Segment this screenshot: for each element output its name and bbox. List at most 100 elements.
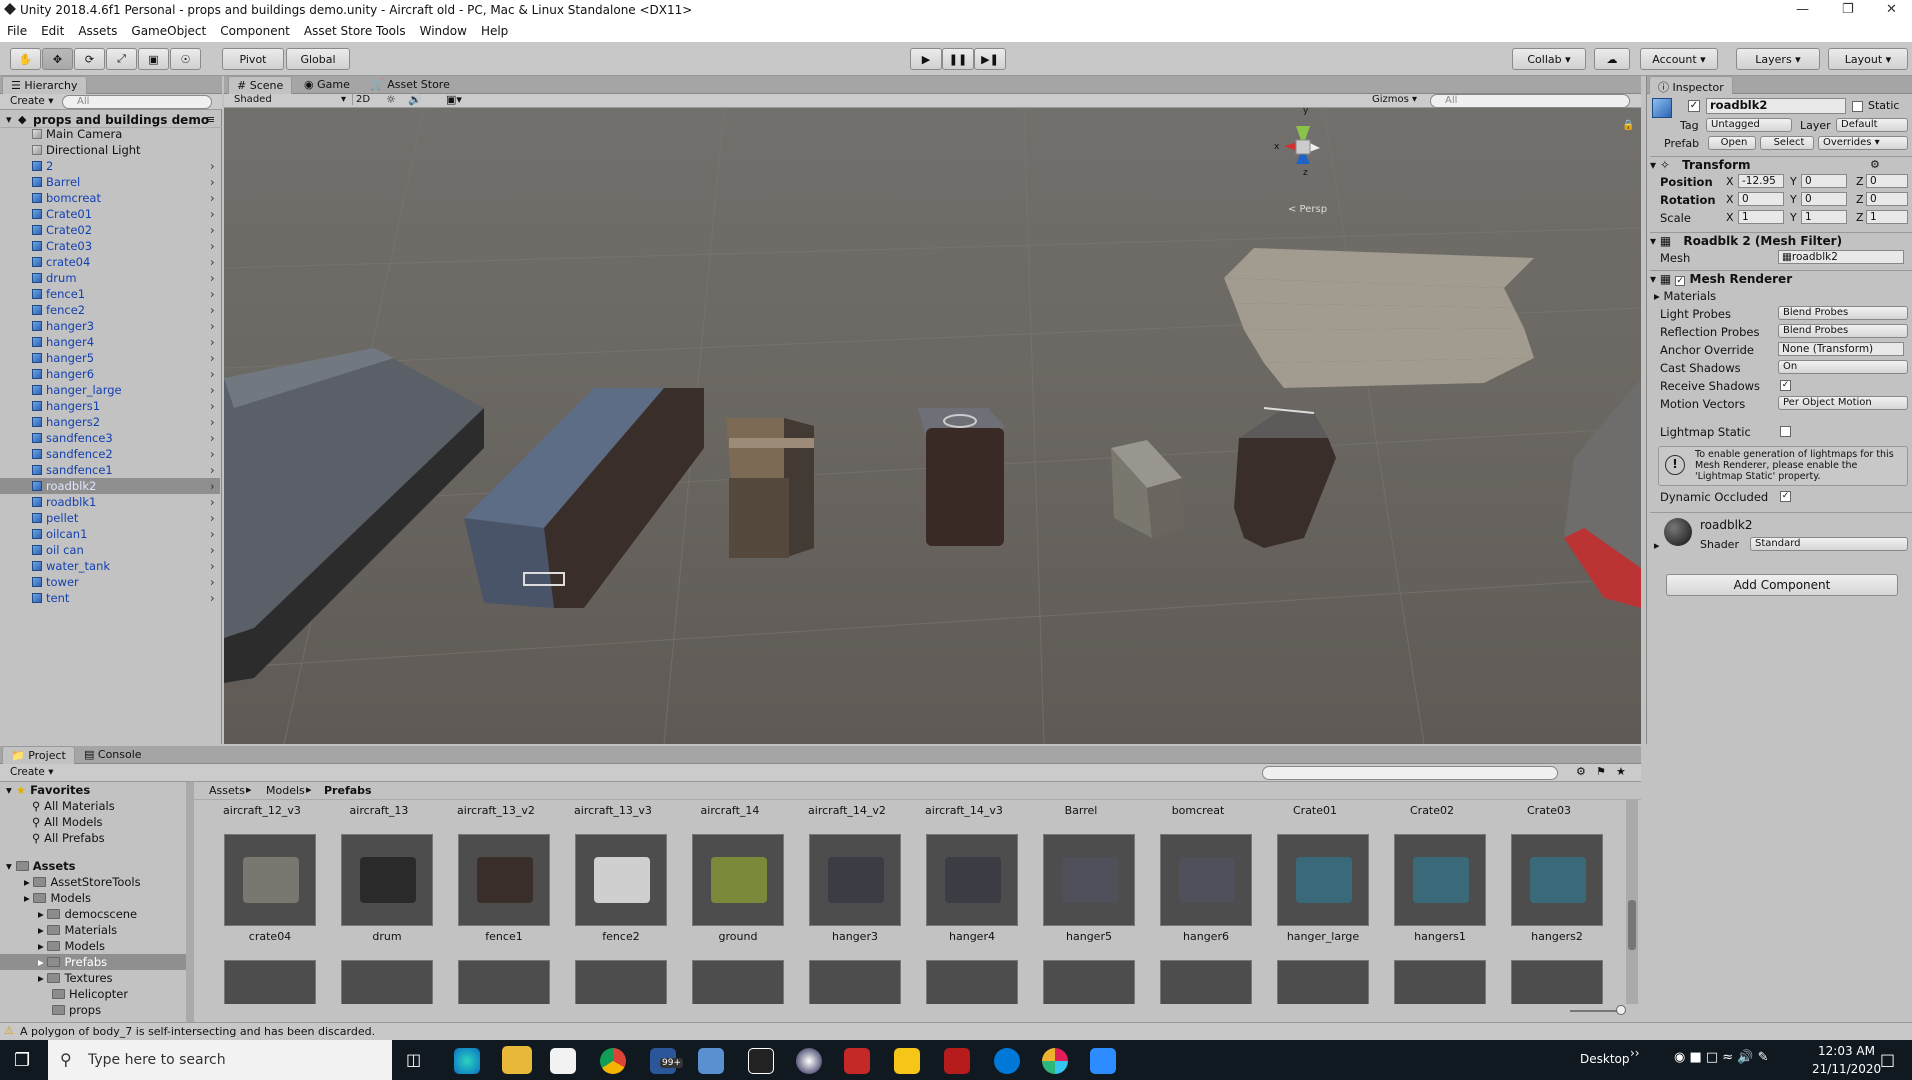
lightmap-static-checkbox[interactable]: [1780, 426, 1791, 437]
asset-thumbnail[interactable]: [692, 960, 784, 1004]
prefab-open-arrow-icon[interactable]: ›: [210, 510, 215, 526]
renderer-enabled-checkbox[interactable]: ✓: [1675, 276, 1686, 286]
layers-button[interactable]: Layers ▾: [1736, 48, 1820, 70]
taskbar-search-box[interactable]: ⚲ Type here to search: [48, 1040, 392, 1080]
prefab-open-arrow-icon[interactable]: ›: [210, 270, 215, 286]
prefab-open-arrow-icon[interactable]: ›: [210, 286, 215, 302]
tab-asset-store[interactable]: 🛒 Asset Store: [362, 76, 458, 94]
asset-label[interactable]: fence2: [565, 930, 677, 943]
project-folder-item[interactable]: ▸ AssetStoreTools: [0, 874, 186, 890]
chrome-icon[interactable]: [600, 1048, 626, 1074]
hierarchy-item[interactable]: oil can ›: [0, 542, 220, 558]
tab-console[interactable]: ▤ Console: [76, 746, 150, 764]
expand-arrow-icon[interactable]: ▾: [6, 113, 12, 126]
orientation-gizmo[interactable]: [1284, 126, 1320, 164]
favorites-header[interactable]: ▾ ★ Favorites: [6, 782, 90, 798]
asset-thumbnail[interactable]: [1394, 960, 1486, 1004]
sticky-notes-icon[interactable]: [894, 1048, 920, 1074]
project-folder-item[interactable]: Helicopter: [0, 986, 186, 1002]
project-search-input[interactable]: [1262, 766, 1558, 780]
hierarchy-item[interactable]: hanger5 ›: [0, 350, 220, 366]
project-folder-item[interactable]: props: [0, 1002, 186, 1018]
folder-expand-icon[interactable]: ▸: [24, 891, 33, 905]
wooden-crate[interactable]: [726, 418, 814, 558]
transform-tool-icon[interactable]: ☉: [170, 48, 201, 70]
slider-handle[interactable]: [1616, 1005, 1626, 1015]
menu-file[interactable]: File: [0, 22, 34, 38]
folder-expand-icon[interactable]: ▸: [38, 971, 47, 985]
effects-toggle-icon[interactable]: ▣▾: [446, 93, 462, 106]
filter-label-icon[interactable]: ⚑: [1596, 765, 1606, 778]
asset-thumbnail[interactable]: [926, 834, 1018, 926]
prefab-open-arrow-icon[interactable]: ›: [210, 542, 215, 558]
project-folder-item[interactable]: ▸ Textures: [0, 970, 186, 986]
layout-button[interactable]: Layout ▾: [1828, 48, 1908, 70]
prefab-open-arrow-icon[interactable]: ›: [210, 494, 215, 510]
hierarchy-search-input[interactable]: All: [62, 95, 212, 109]
asset-thumbnail[interactable]: [341, 960, 433, 1004]
pivot-button[interactable]: Pivot: [222, 48, 284, 70]
asset-thumbnail[interactable]: [1511, 960, 1603, 1004]
position-z-field[interactable]: 0: [1866, 174, 1908, 188]
hierarchy-item[interactable]: Barrel ›: [0, 174, 220, 190]
prefab-open-arrow-icon[interactable]: ›: [210, 334, 215, 350]
layer-dropdown[interactable]: Default: [1836, 118, 1908, 132]
menu-window[interactable]: Window: [413, 22, 474, 38]
asset-label[interactable]: Crate02: [1376, 804, 1488, 817]
prefab-open-arrow-icon[interactable]: ›: [210, 462, 215, 478]
hierarchy-item[interactable]: hanger6 ›: [0, 366, 220, 382]
prefab-open-arrow-icon[interactable]: ›: [210, 254, 215, 270]
hierarchy-item[interactable]: tower ›: [0, 574, 220, 590]
prefab-open-arrow-icon[interactable]: ›: [210, 206, 215, 222]
lock-icon[interactable]: 🔒: [1622, 120, 1634, 131]
hierarchy-item[interactable]: pellet ›: [0, 510, 220, 526]
restore-icon[interactable]: ❐: [1842, 2, 1854, 17]
close-icon[interactable]: ✕: [1886, 2, 1897, 17]
asset-label[interactable]: hanger6: [1150, 930, 1262, 943]
materials-foldout[interactable]: ▸ Materials: [1654, 289, 1716, 303]
tab-hierarchy[interactable]: ☰ Hierarchy: [2, 76, 87, 94]
object-name-field[interactable]: roadblk2: [1706, 98, 1846, 114]
project-folder-item[interactable]: ▸ Models: [0, 938, 186, 954]
scene-search-input[interactable]: All: [1430, 94, 1630, 108]
favorite-star-icon[interactable]: ★: [1616, 765, 1626, 778]
folder-expand-icon[interactable]: ▸: [38, 939, 47, 953]
prefab-open-arrow-icon[interactable]: ›: [210, 590, 215, 606]
menu-help[interactable]: Help: [474, 22, 515, 38]
add-component-button[interactable]: Add Component: [1666, 574, 1898, 596]
hierarchy-item[interactable]: sandfence1 ›: [0, 462, 220, 478]
audio-toggle-icon[interactable]: 🔊: [408, 93, 422, 106]
jerry-can[interactable]: [1234, 407, 1336, 548]
asset-label[interactable]: aircraft_14: [674, 804, 786, 817]
thumbnail-size-slider[interactable]: [1570, 1010, 1620, 1012]
folder-expand-icon[interactable]: ▸: [38, 923, 47, 937]
hand-tool-icon[interactable]: ✋: [10, 48, 41, 70]
asset-thumbnail[interactable]: [809, 834, 901, 926]
chevron-up-icon[interactable]: ››: [1630, 1046, 1640, 1060]
rotation-z-field[interactable]: 0: [1866, 192, 1908, 206]
zoom-icon[interactable]: [1090, 1048, 1116, 1074]
asset-grid-scrollbar[interactable]: [1626, 800, 1638, 1004]
shader-dropdown[interactable]: Standard: [1750, 537, 1908, 551]
hierarchy-item[interactable]: fence2 ›: [0, 302, 220, 318]
scale-z-field[interactable]: 1: [1866, 210, 1908, 224]
move-tool-icon[interactable]: ✥: [42, 48, 73, 70]
tab-inspector[interactable]: ⓘ Inspector: [1649, 76, 1733, 94]
app-red-icon[interactable]: [844, 1048, 870, 1074]
prefab-open-arrow-icon[interactable]: ›: [210, 430, 215, 446]
menu-component[interactable]: Component: [213, 22, 297, 38]
asset-thumbnail[interactable]: [1043, 960, 1135, 1004]
status-bar[interactable]: ⚠ A polygon of body_7 is self-intersecti…: [0, 1022, 1912, 1040]
asset-thumbnail[interactable]: [224, 834, 316, 926]
prefab-open-arrow-icon[interactable]: ›: [210, 446, 215, 462]
shading-mode-dropdown[interactable]: Shaded ▾: [234, 94, 346, 105]
tray-icons[interactable]: ◉ ■ □ ≈ 🔊 ✎: [1674, 1050, 1769, 1065]
scene-menu-icon[interactable]: ≡: [206, 113, 215, 126]
prefab-open-arrow-icon[interactable]: ›: [210, 526, 215, 542]
asset-label[interactable]: drum: [331, 930, 443, 943]
asset-label[interactable]: ground: [682, 930, 794, 943]
rotate-tool-icon[interactable]: ⟳: [74, 48, 105, 70]
clock-time[interactable]: 12:03 AM: [1818, 1044, 1875, 1058]
assets-header[interactable]: ▾ Assets: [6, 858, 76, 874]
collab-button[interactable]: Collab ▾: [1512, 48, 1586, 70]
